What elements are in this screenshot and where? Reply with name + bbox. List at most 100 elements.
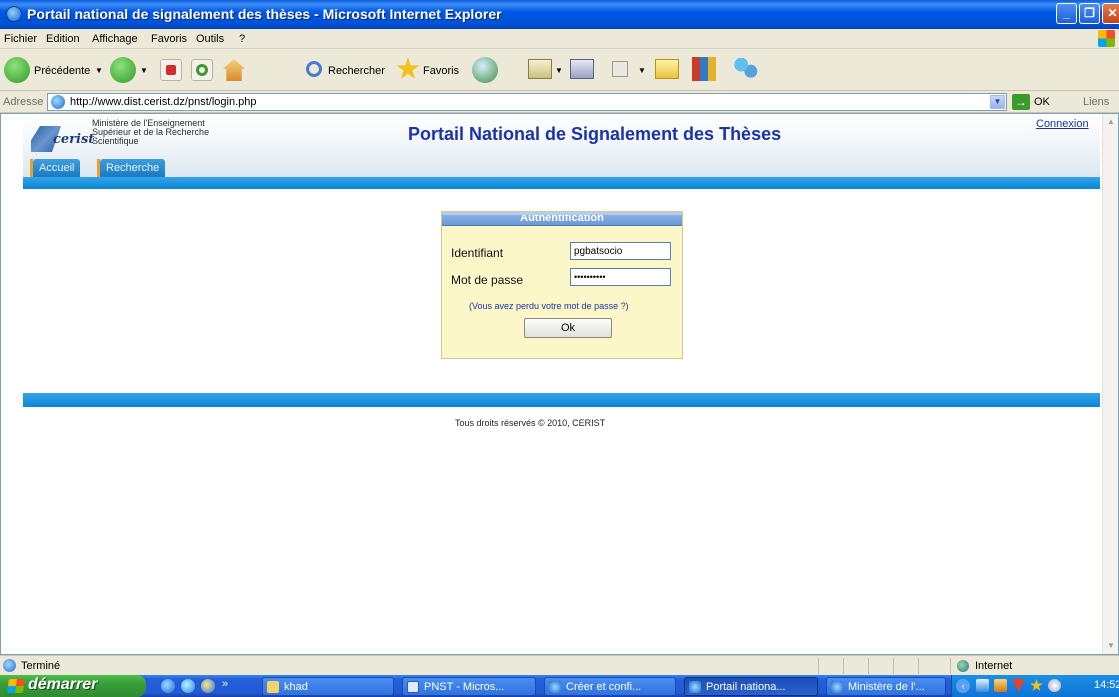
task-ministere[interactable]: Ministère de l'...	[826, 677, 946, 696]
menu-help[interactable]: ?	[239, 33, 245, 45]
favorites-button-label[interactable]: Favoris	[423, 65, 459, 77]
footer-band	[23, 393, 1100, 407]
edit-icon[interactable]	[612, 61, 628, 77]
network-icon[interactable]	[976, 679, 989, 692]
menu-favoris[interactable]: Favoris	[151, 33, 187, 45]
word-document-icon	[407, 681, 419, 693]
ie-window: Portail national de signalement des thès…	[0, 0, 1119, 697]
page-title: Portail National de Signalement des Thès…	[408, 124, 782, 144]
antivirus-icon[interactable]	[1012, 679, 1025, 692]
password-input[interactable]: ••••••••••	[570, 268, 671, 286]
task-khad[interactable]: khad	[262, 677, 394, 696]
forward-dropdown-icon[interactable]: ▼	[140, 66, 148, 75]
quicklaunch-more-icon[interactable]: »	[222, 678, 228, 690]
login-ok-button[interactable]: Ok	[524, 318, 612, 338]
folder-icon[interactable]	[655, 59, 679, 79]
address-input[interactable]: http://www.dist.cerist.dz/pnst/login.php…	[47, 93, 1007, 111]
task-portail-national[interactable]: Portail nationa...	[684, 677, 818, 696]
internet-explorer-icon	[549, 681, 561, 693]
menu-outils[interactable]: Outils	[196, 33, 224, 45]
status-divider	[918, 658, 919, 674]
back-button-label[interactable]: Précédente	[34, 65, 90, 77]
menu-edition[interactable]: Edition	[46, 33, 80, 45]
windows-logo-icon	[1098, 30, 1115, 47]
ministry-name: Ministère de l'Enseignement Supérieur et…	[92, 118, 210, 146]
address-dropdown-icon[interactable]: ▼	[990, 95, 1005, 109]
connexion-link[interactable]: Connexion	[1036, 118, 1089, 130]
task-pnst-word[interactable]: PNST - Micros...	[402, 677, 536, 696]
quicklaunch-media-icon[interactable]	[201, 679, 215, 693]
internet-explorer-icon	[6, 6, 22, 22]
title-bar[interactable]: Portail national de signalement des thès…	[0, 0, 1119, 29]
favorites-star-icon[interactable]	[396, 57, 420, 79]
mail-icon[interactable]	[528, 59, 552, 79]
internet-explorer-icon	[689, 681, 701, 693]
task-label: khad	[284, 681, 308, 693]
search-icon[interactable]	[306, 61, 322, 77]
forward-arrow-icon[interactable]	[110, 57, 136, 83]
taskbar: démarrer » khad PNST - Micros... Créer e…	[0, 675, 1119, 697]
home-icon[interactable]	[223, 59, 245, 81]
login-panel: Authentification Identifiant pgbatsocio …	[441, 211, 683, 359]
window-title: Portail national de signalement des thès…	[27, 6, 502, 22]
address-label: Adresse	[3, 96, 44, 108]
go-arrow-icon[interactable]: →	[1012, 94, 1030, 110]
quicklaunch-desktop-icon[interactable]	[181, 679, 195, 693]
security-center-icon[interactable]	[994, 679, 1007, 692]
back-arrow-icon[interactable]	[4, 57, 30, 83]
login-panel-title: Authentification	[442, 212, 682, 226]
status-divider	[818, 658, 819, 674]
task-label: PNST - Micros...	[424, 681, 505, 693]
task-label: Portail nationa...	[706, 681, 786, 693]
page-viewport: cerist Ministère de l'Enseignement Supér…	[0, 113, 1119, 655]
task-label: Ministère de l'...	[848, 681, 925, 693]
security-zone: Internet	[975, 660, 1013, 672]
print-icon[interactable]	[570, 59, 594, 79]
stop-icon[interactable]	[160, 59, 182, 81]
cerist-logo: cerist	[31, 126, 94, 152]
internet-zone-icon	[957, 660, 969, 672]
volume-icon[interactable]	[1048, 679, 1061, 692]
start-button[interactable]: démarrer	[0, 675, 146, 697]
address-url[interactable]: http://www.dist.cerist.dz/pnst/login.php	[70, 96, 256, 108]
status-divider	[868, 658, 869, 674]
history-icon[interactable]	[472, 57, 498, 83]
research-icon[interactable]	[692, 57, 716, 81]
username-input[interactable]: pgbatsocio	[570, 242, 671, 260]
search-button-label[interactable]: Rechercher	[328, 65, 385, 77]
back-dropdown-icon[interactable]: ▼	[95, 66, 103, 75]
cerist-logo-text: cerist	[53, 132, 95, 147]
menu-affichage[interactable]: Affichage	[92, 33, 138, 45]
close-button[interactable]: ✕	[1102, 3, 1119, 24]
tab-recherche[interactable]: Recherche	[100, 159, 166, 177]
tray-expand-icon[interactable]: ‹	[956, 679, 970, 693]
menu-fichier[interactable]: Fichier	[4, 33, 37, 45]
start-label: démarrer	[28, 676, 98, 693]
windows-flag-icon	[7, 679, 25, 693]
task-creer-et-confi[interactable]: Créer et confi...	[544, 677, 676, 696]
links-button[interactable]: Liens	[1083, 96, 1109, 108]
copyright-text: Tous droits réservés © 2010, CERIST	[455, 418, 606, 428]
quicklaunch-ie-icon[interactable]	[161, 679, 175, 693]
site-header: cerist Ministère de l'Enseignement Supér…	[23, 114, 1100, 178]
username-label: Identifiant	[451, 246, 504, 260]
task-label: Créer et confi...	[566, 681, 642, 693]
scroll-up-icon[interactable]: ▲	[1104, 115, 1118, 129]
page-icon	[51, 95, 65, 109]
star-tray-icon[interactable]	[1030, 679, 1043, 691]
minimize-button[interactable]: _	[1056, 3, 1077, 24]
refresh-icon[interactable]	[191, 59, 213, 81]
maximize-button[interactable]: ❐	[1079, 3, 1100, 24]
tab-accueil[interactable]: Accueil	[33, 159, 81, 177]
toolbar: Précédente ▼ ▼ Rechercher Favoris ▼ ▼	[0, 49, 1119, 91]
messenger-icon[interactable]	[734, 58, 758, 80]
forgot-password-link[interactable]: (Vous avez perdu votre mot de passe ?)	[469, 301, 629, 311]
password-label: Mot de passe	[451, 273, 524, 287]
go-button[interactable]: OK	[1034, 96, 1050, 108]
edit-dropdown-icon[interactable]: ▼	[638, 66, 646, 75]
mail-dropdown-icon[interactable]: ▼	[555, 66, 563, 75]
scroll-down-icon[interactable]: ▼	[1104, 639, 1118, 653]
clock[interactable]: 14:52	[1094, 679, 1119, 691]
vertical-scrollbar[interactable]: ▲ ▼	[1102, 114, 1118, 654]
status-bar: Terminé Internet	[0, 655, 1119, 675]
